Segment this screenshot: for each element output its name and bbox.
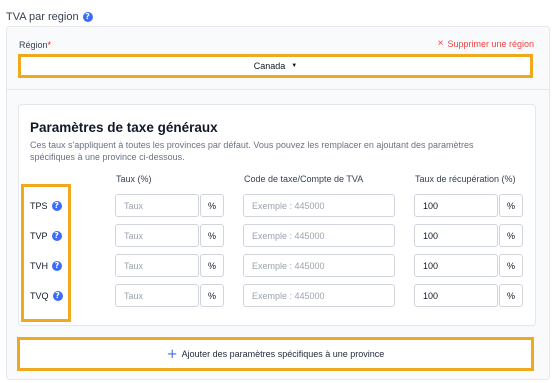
rate-input[interactable]: Taux bbox=[115, 284, 199, 307]
region-select[interactable]: Canada ▼ bbox=[18, 54, 533, 78]
percent-addon: % bbox=[200, 284, 224, 307]
tax-code-input[interactable]: Exemple : 445000 bbox=[243, 224, 395, 247]
percent-addon: % bbox=[200, 224, 224, 247]
chevron-down-icon: ▼ bbox=[291, 63, 298, 69]
help-icon[interactable]: ? bbox=[82, 12, 93, 22]
percent-addon: % bbox=[499, 224, 523, 247]
help-icon[interactable]: ? bbox=[52, 291, 63, 301]
help-icon[interactable]: ? bbox=[51, 201, 62, 211]
section-title: TVA par region ? bbox=[6, 11, 93, 23]
region-label-text: Région bbox=[19, 40, 48, 50]
percent-addon: % bbox=[499, 254, 523, 277]
delete-region-button[interactable]: × Supprimer une région bbox=[437, 38, 534, 50]
add-province-button[interactable]: + Ajouter des paramètres spécifiques à u… bbox=[17, 337, 534, 371]
tax-name: TVQ bbox=[30, 291, 49, 301]
plus-icon: + bbox=[166, 346, 178, 362]
tax-code-input[interactable]: Exemple : 445000 bbox=[243, 254, 395, 277]
percent-addon: % bbox=[499, 284, 523, 307]
recovery-input[interactable]: 100 bbox=[414, 224, 498, 247]
region-label: Région* bbox=[19, 40, 51, 50]
percent-addon: % bbox=[200, 254, 224, 277]
recovery-input[interactable]: 100 bbox=[414, 194, 498, 217]
col-header-recovery: Taux de récupération (%) bbox=[415, 174, 516, 184]
tax-label: TVP ? bbox=[30, 231, 62, 241]
help-icon[interactable]: ? bbox=[52, 261, 62, 271]
tax-name: TPS bbox=[30, 201, 48, 211]
recovery-input[interactable]: 100 bbox=[414, 254, 498, 277]
section-title-text: TVA par region bbox=[6, 11, 79, 23]
col-header-rate: Taux (%) bbox=[116, 174, 152, 184]
tax-name: TVP bbox=[30, 231, 48, 241]
params-title: Paramètres de taxe généraux bbox=[30, 120, 218, 135]
region-select-value: Canada bbox=[253, 61, 286, 71]
tax-code-input[interactable]: Exemple : 445000 bbox=[243, 194, 395, 217]
rate-input[interactable]: Taux bbox=[115, 254, 199, 277]
help-icon[interactable]: ? bbox=[51, 231, 62, 241]
tax-label: TVQ ? bbox=[30, 291, 63, 301]
percent-addon: % bbox=[200, 194, 224, 217]
tax-code-input[interactable]: Exemple : 445000 bbox=[243, 284, 395, 307]
delete-region-label: Supprimer une région bbox=[447, 39, 534, 49]
close-icon: × bbox=[437, 38, 444, 49]
percent-addon: % bbox=[499, 194, 523, 217]
rate-input[interactable]: Taux bbox=[115, 194, 199, 217]
tax-name: TVH bbox=[30, 261, 48, 271]
tax-label: TPS ? bbox=[30, 201, 62, 211]
rate-input[interactable]: Taux bbox=[115, 224, 199, 247]
params-description: Ces taux s'appliquent à toutes les provi… bbox=[30, 140, 474, 162]
add-province-label: Ajouter des paramètres spécifiques à une… bbox=[181, 349, 385, 359]
col-header-code: Code de taxe/Compte de TVA bbox=[244, 174, 364, 184]
recovery-input[interactable]: 100 bbox=[414, 284, 498, 307]
required-asterisk: * bbox=[47, 40, 52, 50]
tax-label: TVH ? bbox=[30, 261, 62, 271]
divider bbox=[6, 89, 550, 90]
